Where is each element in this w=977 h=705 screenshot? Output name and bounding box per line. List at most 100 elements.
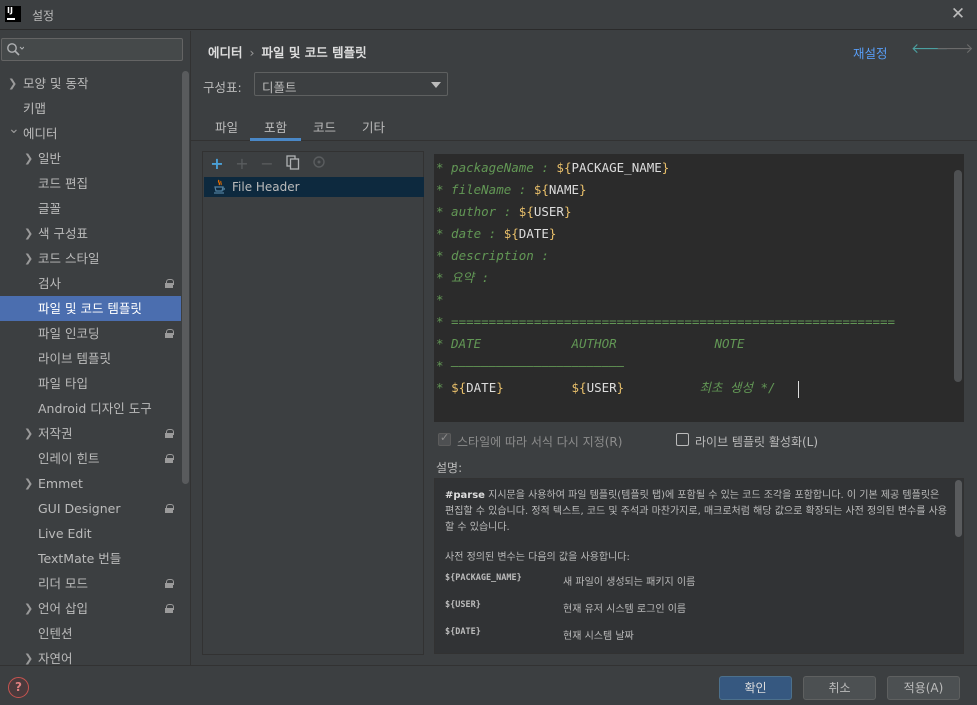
chevron-right-icon[interactable]: ❯ xyxy=(24,471,36,496)
sidebar-item[interactable]: ❯ 모양 및 동작 xyxy=(0,71,181,96)
chevron-right-icon[interactable]: ❯ xyxy=(8,71,20,96)
description-scrollbar[interactable] xyxy=(955,480,962,537)
help-icon[interactable]: ? xyxy=(8,677,29,698)
sidebar-item[interactable]: ❯ 일반 xyxy=(0,146,181,171)
sidebar-item[interactable]: 파일 타입 xyxy=(0,371,181,396)
close-icon[interactable]: ✕ xyxy=(946,3,970,25)
tab-includes[interactable]: 포함 xyxy=(249,117,302,141)
chevron-right-icon[interactable]: ❯ xyxy=(24,221,36,246)
variable-description: 새 파일이 생성되는 패키지 이름 xyxy=(563,577,696,588)
sidebar-item[interactable]: ❯ 색 구성표 xyxy=(0,221,181,246)
sidebar-item-label: 일반 xyxy=(38,151,62,166)
sidebar-item[interactable]: ❯ 저작권 xyxy=(0,421,181,446)
sidebar-item[interactable]: 리더 모드 xyxy=(0,571,181,596)
chevron-right-icon[interactable]: ❯ xyxy=(24,646,36,665)
chevron-right-icon[interactable]: ❯ xyxy=(24,596,36,621)
forward-arrow-icon[interactable]: 🡒 xyxy=(936,40,974,57)
add-child-template-icon[interactable]: + xyxy=(233,155,251,173)
sidebar-item[interactable]: 글꼴 xyxy=(0,196,181,221)
editor-scrollbar[interactable] xyxy=(954,170,962,382)
breadcrumb-editor[interactable]: 에디터 xyxy=(208,45,243,60)
chevron-right-icon[interactable]: ❯ xyxy=(24,146,36,171)
code-brace: } xyxy=(563,204,572,219)
sidebar-item-label: 모양 및 동작 xyxy=(23,76,89,91)
apply-button[interactable]: 적용(A) xyxy=(887,676,960,700)
sidebar-item[interactable]: 코드 편집 xyxy=(0,171,181,196)
sidebar-item[interactable]: Live Edit xyxy=(0,521,181,546)
code-variable: PACKAGE_NAME xyxy=(571,160,662,175)
sidebar-item[interactable]: Android 디자인 도구 xyxy=(0,396,181,421)
sidebar-item-label: 키맵 xyxy=(23,101,47,116)
sidebar-scrollbar[interactable] xyxy=(182,71,189,484)
project-scope-icon xyxy=(165,329,174,338)
code-comment: 최초 생성 */ xyxy=(699,380,776,395)
sidebar-item-label: 인레이 힌트 xyxy=(38,451,100,466)
sidebar-item[interactable]: ❯ 자연어 xyxy=(0,646,181,665)
project-scope-icon xyxy=(165,579,174,588)
project-scope-icon xyxy=(165,604,174,613)
list-item-file-header[interactable]: File Header xyxy=(204,177,424,197)
code-brace: } xyxy=(548,226,557,241)
description-panel: #parse 지시문을 사용하여 파일 템플릿(템플릿 탭)에 포함될 수 있는… xyxy=(434,478,964,654)
sidebar-item-label: 코드 스타일 xyxy=(38,251,100,266)
code-brace: ${ xyxy=(518,204,534,219)
ok-button[interactable]: 확인 xyxy=(719,676,792,700)
sidebar-item[interactable]: 라이브 템플릿 xyxy=(0,346,181,371)
cancel-button[interactable]: 취소 xyxy=(803,676,876,700)
reformat-checkbox[interactable] xyxy=(438,431,451,446)
scheme-dropdown[interactable]: 디폴트 xyxy=(254,72,448,96)
breadcrumb-file-templates: 파일 및 코드 템플릿 xyxy=(261,45,367,60)
breadcrumb-separator: › xyxy=(249,45,255,60)
sidebar-item[interactable]: 키맵 xyxy=(0,96,181,121)
sidebar-item-label: 글꼴 xyxy=(38,201,62,216)
code-line: * DATE AUTHOR NOTE xyxy=(436,333,745,355)
settings-sidebar: ❯ 모양 및 동작 키맵 ⌄ 에디터 ❯ 일반 코드 편집 글꼴 ❯ 색 구성표 ❯ 코드 스타일 검사 파… xyxy=(0,31,191,665)
reset-template-icon[interactable] xyxy=(310,155,328,173)
sidebar-item-label: 검사 xyxy=(38,276,62,291)
sidebar-item[interactable]: ❯ Emmet xyxy=(0,471,181,496)
code-text: * fileName : xyxy=(436,182,534,197)
sidebar-item[interactable]: 파일 인코딩 xyxy=(0,321,181,346)
code-line: * 요약 : xyxy=(436,267,489,289)
sidebar-item-label: Emmet xyxy=(38,476,83,491)
sidebar-item[interactable]: 파일 및 코드 템플릿 xyxy=(0,296,181,321)
sidebar-item[interactable]: 검사 xyxy=(0,271,181,296)
code-brace: ${ xyxy=(556,160,572,175)
live-template-checkbox[interactable] xyxy=(676,433,689,446)
code-text: * date : xyxy=(436,226,504,241)
chevron-right-icon[interactable]: ❯ xyxy=(24,421,36,446)
reset-link[interactable]: 재설정 xyxy=(853,43,888,62)
template-editor[interactable]: * packageName : ${PACKAGE_NAME} * fileNam… xyxy=(434,154,964,422)
chevron-right-icon[interactable]: ❯ xyxy=(24,246,36,271)
copy-template-icon[interactable] xyxy=(284,155,302,173)
code-text: * xyxy=(436,292,444,307)
code-variable: DATE xyxy=(518,226,549,241)
tab-code[interactable]: 코드 xyxy=(313,117,336,136)
window-title: 설정 xyxy=(32,9,55,23)
tab-files[interactable]: 파일 xyxy=(215,117,238,136)
sidebar-item-label: 파일 타입 xyxy=(38,376,88,391)
sidebar-item[interactable]: 인레이 힌트 xyxy=(0,446,181,471)
sidebar-item-label: GUI Designer xyxy=(38,501,121,516)
code-brace: ${ xyxy=(533,182,549,197)
sidebar-item[interactable]: ❯ 코드 스타일 xyxy=(0,246,181,271)
java-file-icon xyxy=(214,179,225,194)
sidebar-item[interactable]: ⌄ 에디터 xyxy=(0,121,181,146)
code-brace: } xyxy=(579,182,587,197)
add-template-icon[interactable]: + xyxy=(208,155,226,173)
sidebar-item[interactable]: ❯ 언어 삽입 xyxy=(0,596,181,621)
code-brace: } xyxy=(496,380,504,395)
search-input[interactable] xyxy=(1,38,183,61)
sidebar-item[interactable]: TextMate 번들 xyxy=(0,546,181,571)
chevron-down-icon[interactable]: ⌄ xyxy=(8,117,20,142)
code-line: * packageName : ${PACKAGE_NAME} xyxy=(436,157,669,179)
tab-other[interactable]: 기타 xyxy=(362,117,385,136)
sidebar-item[interactable]: 인텐션 xyxy=(0,621,181,646)
code-variable: DATE xyxy=(466,380,497,395)
sidebar-item[interactable]: GUI Designer xyxy=(0,496,181,521)
code-text: * author : xyxy=(436,204,519,219)
sidebar-item-label: Live Edit xyxy=(38,526,92,541)
code-star: * xyxy=(436,380,452,395)
remove-template-icon[interactable]: − xyxy=(258,155,276,173)
